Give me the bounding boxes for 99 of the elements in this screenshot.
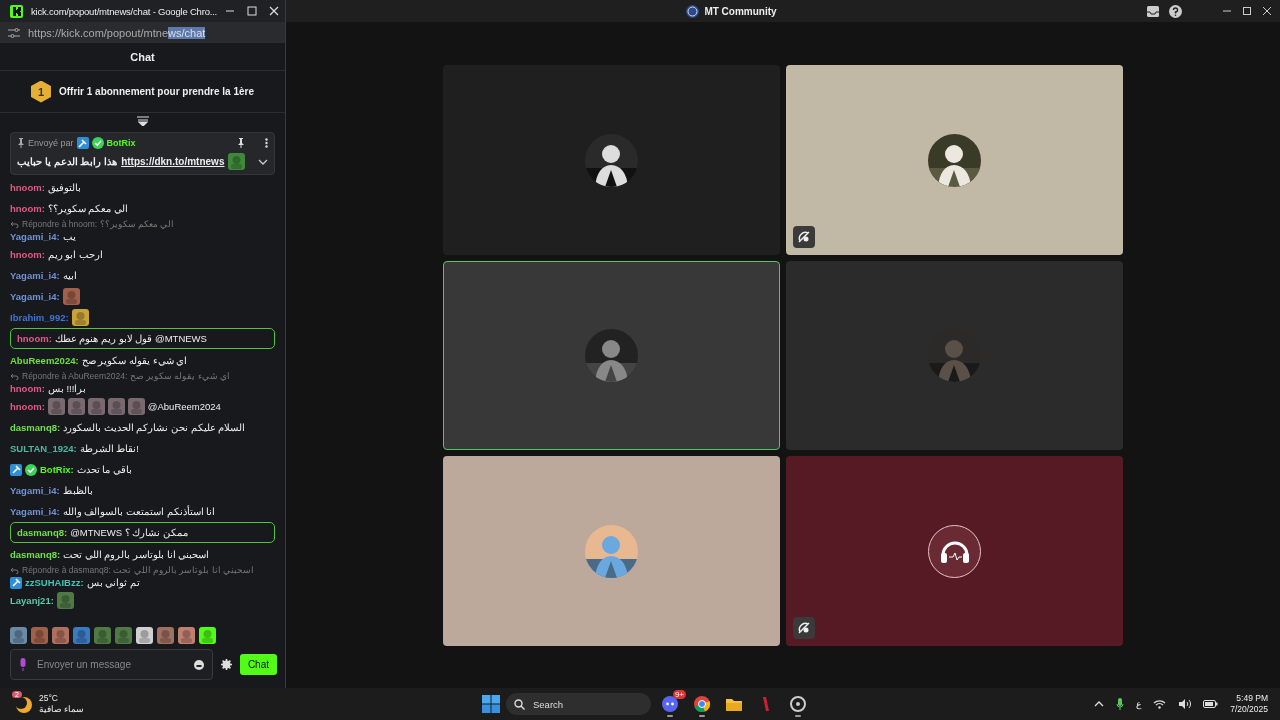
chat-username[interactable]: hnoom: [10,180,45,195]
chat-username[interactable]: hnoom: [10,201,45,216]
chat-username[interactable]: zzSUHAIBzz: [25,575,84,590]
pinned-username[interactable]: BotRix [106,138,136,148]
temperature-text: 25°C [39,693,59,704]
gift-rank-badge: 1 [30,80,51,103]
chat-username[interactable]: Yagami_i4: [10,229,60,244]
chat-username[interactable]: hnoom: [10,247,45,262]
chat-username[interactable]: SULTAN_1924: [10,441,77,456]
input-language-indicator[interactable]: ع [1136,699,1142,709]
chat-message-text: الي معكم سكوير؟؟ [47,202,129,216]
window-title: kick.com/popout/mtnews/chat - Google Chro... [31,5,218,17]
chat-username[interactable]: Yagami_i4: [10,268,60,283]
sent-by-label: Envoyé par [28,138,74,148]
community-logo-icon [686,4,700,18]
reply-icon [10,372,19,380]
chat-message-text: برا!!! بس [47,382,87,396]
chevron-up-icon[interactable] [1094,701,1105,707]
more-options-icon[interactable] [265,138,268,148]
clock-date[interactable]: 7/20/2025 [1230,704,1268,715]
chat-username[interactable]: dasmanq8: [10,420,61,435]
collapse-arrow-icon[interactable] [136,116,149,126]
emote-icon[interactable] [199,626,216,644]
verified-badge-icon [91,137,104,149]
start-button[interactable] [482,695,500,713]
volume-icon[interactable] [1178,699,1192,709]
maximize-button[interactable] [247,6,258,16]
inbox-icon[interactable] [1147,5,1159,17]
chat-message-text: نقاط الشرطة! [79,442,139,456]
chat-header-title: Chat [130,50,155,63]
microphone-icon [19,658,27,671]
video-tile[interactable] [786,65,1123,255]
video-tile[interactable] [443,456,780,646]
battery-icon[interactable] [1203,700,1219,708]
message-input-field[interactable]: Envoyer un message [35,658,186,671]
moderator-badge-icon [76,137,89,149]
clock-time[interactable]: 5:49 PM [1236,693,1268,704]
chat-message-text: ارحب ابو ريم [47,248,104,262]
pinned-message-text: هذا رابط الدعم يا حبايب [17,156,118,167]
moderator-badge-icon [10,463,22,476]
send-chat-button[interactable]: Chat [239,654,277,675]
taskbar-search[interactable]: Search [506,693,651,715]
site-settings-icon [8,27,20,38]
reply-icon [10,220,19,228]
chat-message-text: انا استأذنكم استمتعت بالسوالف والله [62,504,216,519]
chat-message-text: باقي ما تحدث [76,463,133,477]
chat-message-text: قول لابو ريم هنوم عطك @MTNEWS [54,332,207,346]
chat-username[interactable]: Yagami_i4: [10,289,60,304]
settings-icon[interactable] [220,659,232,670]
pin-icon[interactable] [237,138,245,148]
chat-username[interactable]: hnoom: [10,399,45,414]
chat-message-text: يب [62,230,76,244]
expand-chevron-icon[interactable] [258,158,268,165]
chat-message-text: بالتوفيق [47,181,81,195]
chat-username[interactable]: AbuReem2024: [10,353,79,368]
chat-username[interactable]: dasmanq8: [17,525,68,540]
chat-username[interactable]: dasmanq8: [10,547,61,562]
video-tile[interactable] [786,456,1123,646]
microphone-icon[interactable] [1116,698,1125,710]
chat-username[interactable]: Yagami_i4: [10,483,60,498]
gift-banner-text: Offrir 1 abonnement pour prendre la 1ère [58,86,254,97]
reply-icon [10,566,19,574]
emote-icon[interactable] [178,626,195,644]
video-tile[interactable] [786,261,1123,450]
help-icon[interactable] [1169,4,1182,18]
emote-icon[interactable] [136,626,153,644]
pin-icon [17,138,25,148]
chat-message-text: ابيه [62,269,77,283]
chat-username[interactable]: hnoom: [17,331,52,346]
weather-condition-text: سماء صافية [39,704,85,715]
kick-logo-icon [10,4,23,18]
close-button[interactable] [269,6,280,16]
chat-username[interactable]: Layanj21: [10,593,54,608]
video-tile[interactable] [443,261,780,450]
chat-message-text: اسحبني انا بلوتاسر بالروم اللي تحت [63,548,210,562]
video-tile[interactable] [443,65,780,255]
chat-username[interactable]: Yagami_i4: [10,504,60,519]
search-icon [514,698,525,710]
message-composer[interactable]: Envoyer un message [10,649,213,680]
verified-badge-icon [25,463,37,476]
support-link[interactable]: https://dkn.to/mtnews [121,156,225,167]
reply-reference: Répondre à hnoom: الي معكم سكوير؟؟ [22,219,175,229]
chat-message-text: اي شيء يقوله سكوير صح [81,354,188,368]
app-title: MT Community [704,5,777,17]
chat-message-text: تم ثواني بس [86,576,140,590]
chat-message-text: @AbuReem2024 [147,400,221,414]
wifi-icon[interactable] [1153,699,1167,709]
chat-message-text: بالظبط [62,484,93,498]
reply-reference: Répondre à dasmanq8: اسحبني انا بلوتاسر بالروم اللي تحت [22,565,254,575]
chat-message-text: السلام عليكم نحن نشاركم الحديث بالسكورد [63,421,246,435]
moderator-badge-icon [10,576,22,589]
chat-username[interactable]: BotRix: [40,462,74,477]
chat-message-text: @MTNEWS ممكن نشارك ؟ [70,526,188,540]
close-button[interactable] [1262,6,1272,16]
chat-username[interactable]: hnoom: [10,381,45,396]
reply-reference: Répondre à AbuReem2024: اي شيء يقوله سكوير صح [22,371,231,381]
emoji-icon[interactable] [193,659,204,670]
chat-username[interactable]: Ibrahim_992: [10,310,69,325]
maximize-button[interactable] [1242,6,1252,16]
